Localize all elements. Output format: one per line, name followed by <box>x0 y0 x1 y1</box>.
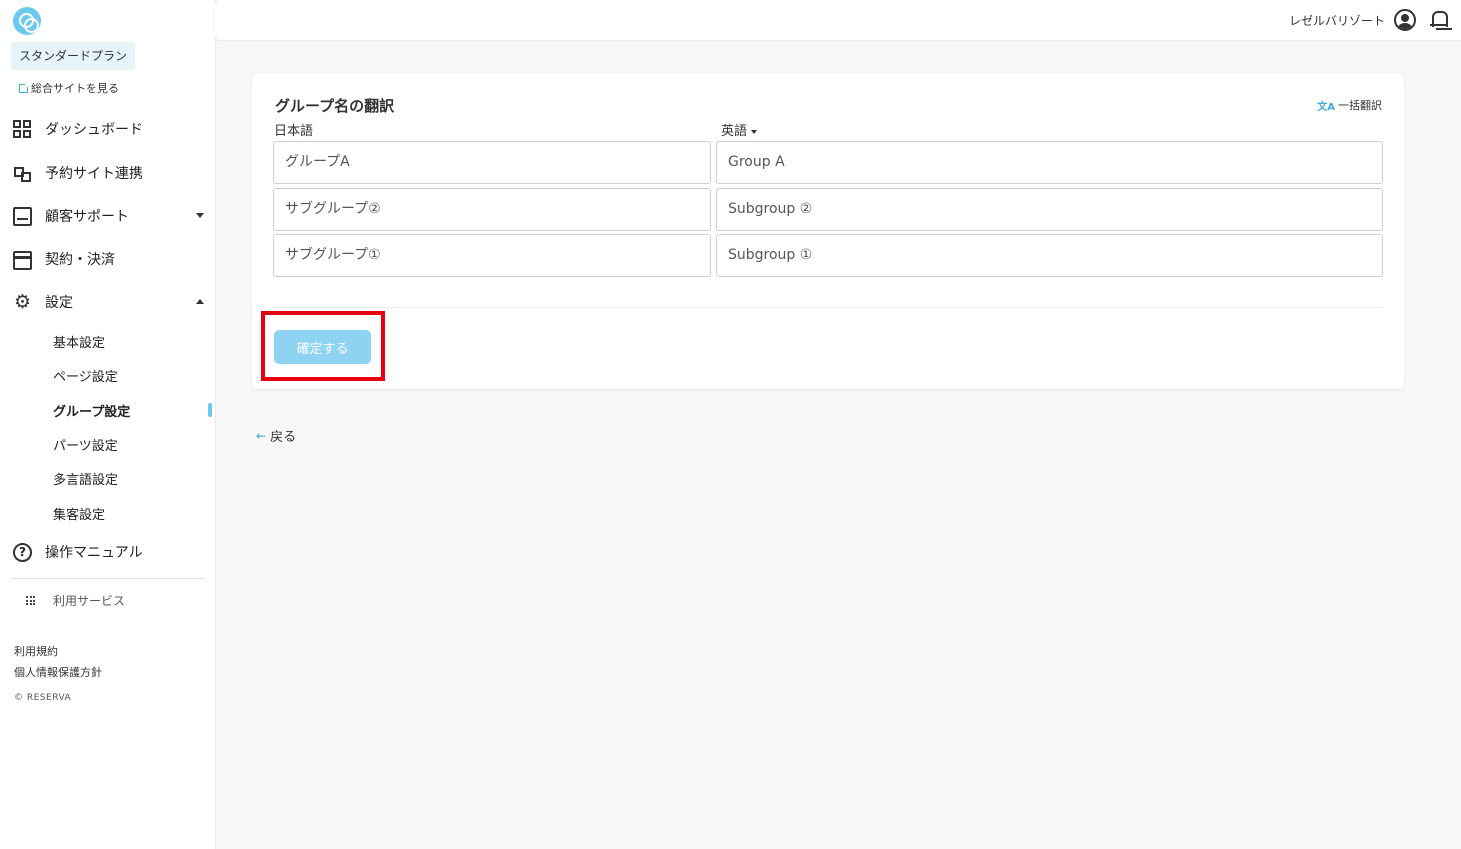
sidebar-item-label: 設定 <box>45 295 73 311</box>
sidebar: スタンダードプラン 総合サイトを見る ダッシュボード 予約サイト連携 顧客サポー… <box>0 0 216 849</box>
top-header: レゼルバリゾート <box>217 0 1461 41</box>
gear-icon: ⚙ <box>13 290 32 313</box>
credit-card-icon <box>13 250 32 270</box>
sidebar-subitem-page-settings[interactable]: ページ設定 <box>53 366 118 385</box>
sidebar-subitem-group-settings[interactable]: グループ設定 <box>53 401 130 420</box>
view-site-link[interactable]: 総合サイトを見る <box>19 80 119 96</box>
services-link[interactable]: 利用サービス <box>26 592 125 609</box>
external-link-icon <box>19 82 29 93</box>
source-language-label: 日本語 <box>274 124 314 139</box>
services-label: 利用サービス <box>53 594 126 608</box>
group-translation-card: グループ名の翻訳 文A 一括翻訳 日本語 英語 グループA Group A サブ… <box>252 73 1404 389</box>
dashboard-icon <box>13 119 32 139</box>
active-indicator <box>208 403 212 417</box>
sidebar-subitem-basic-settings[interactable]: 基本設定 <box>53 332 105 351</box>
sidebar-item-label: 契約・決済 <box>45 252 115 268</box>
group-name-ja-field[interactable]: サブグループ① <box>273 234 711 277</box>
sidebar-item-label: 顧客サポート <box>45 209 129 225</box>
view-site-label: 総合サイトを見る <box>31 82 119 95</box>
sidebar-item-customer-support[interactable]: 顧客サポート <box>13 205 208 227</box>
sidebar-subitem-marketing-settings[interactable]: 集客設定 <box>53 504 105 523</box>
bell-icon[interactable] <box>1430 10 1448 30</box>
inbox-icon <box>13 206 32 226</box>
app-logo-icon[interactable] <box>13 7 41 35</box>
sidebar-item-dashboard[interactable]: ダッシュボード <box>13 118 208 140</box>
translate-icon: 文A <box>1317 101 1335 113</box>
user-avatar-icon[interactable] <box>1394 9 1416 31</box>
group-name-en-input[interactable]: Subgroup ① <box>716 234 1383 277</box>
target-language-select[interactable]: 英語 <box>721 120 758 139</box>
sidebar-subitem-language-settings[interactable]: 多言語設定 <box>53 469 118 488</box>
card-title: グループ名の翻訳 <box>275 97 395 115</box>
apps-grid-icon <box>26 596 35 605</box>
confirm-button[interactable]: 確定する <box>274 330 371 364</box>
sidebar-subitem-parts-settings[interactable]: パーツ設定 <box>53 435 118 454</box>
caret-down-icon <box>751 129 758 134</box>
group-name-ja-field[interactable]: サブグループ② <box>273 188 711 231</box>
group-name-ja-field[interactable]: グループA <box>273 141 711 184</box>
card-divider <box>273 307 1383 308</box>
sidebar-item-site-link[interactable]: 予約サイト連携 <box>13 162 208 184</box>
bulk-translate-label: 一括翻訳 <box>1338 99 1382 112</box>
chevron-up-icon <box>196 299 204 304</box>
sidebar-item-label: 予約サイト連携 <box>45 166 143 182</box>
terms-link[interactable]: 利用規約 <box>14 643 58 659</box>
back-label: 戻る <box>270 430 297 445</box>
back-link[interactable]: ← 戻る <box>256 426 297 446</box>
sidebar-divider <box>11 578 205 579</box>
sidebar-item-manual[interactable]: ? 操作マニュアル <box>13 541 208 563</box>
privacy-link[interactable]: 個人情報保護方針 <box>14 664 102 680</box>
chevron-down-icon <box>196 213 204 218</box>
plan-badge: スタンダードプラン <box>11 42 136 70</box>
sidebar-item-billing[interactable]: 契約・決済 <box>13 248 208 270</box>
sidebar-item-label: ダッシュボード <box>45 122 143 138</box>
group-name-en-input[interactable]: Subgroup ② <box>716 188 1383 231</box>
group-name-en-input[interactable]: Group A <box>716 141 1383 184</box>
arrow-left-icon: ← <box>256 428 267 443</box>
copyright: © RESERVA <box>14 693 72 703</box>
account-name[interactable]: レゼルバリゾート <box>1289 12 1385 29</box>
sidebar-item-settings[interactable]: ⚙ 設定 <box>13 291 208 313</box>
bulk-translate-button[interactable]: 文A 一括翻訳 <box>1317 97 1382 113</box>
target-language-label: 英語 <box>721 124 748 139</box>
sidebar-item-label: 操作マニュアル <box>45 545 143 561</box>
site-link-icon <box>13 164 32 183</box>
help-icon: ? <box>13 542 32 562</box>
